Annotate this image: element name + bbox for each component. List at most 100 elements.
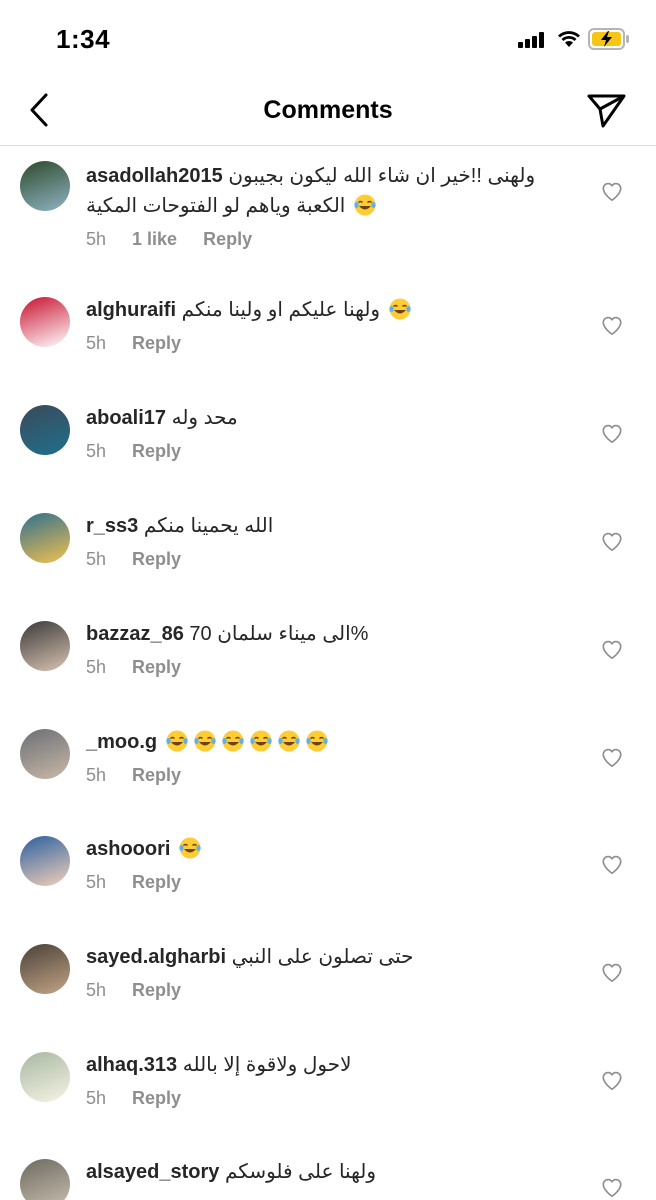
share-button[interactable]	[586, 92, 628, 130]
reply-button[interactable]: Reply	[132, 872, 181, 893]
reply-button[interactable]: Reply	[203, 229, 252, 250]
like-button[interactable]	[601, 1070, 623, 1092]
comment-message: حتى تصلون على النبي	[231, 946, 414, 968]
avatar[interactable]	[20, 513, 70, 563]
comment-message: الى ميناء سلمان 70%	[189, 623, 369, 645]
comment-username[interactable]: aboali17	[86, 407, 166, 429]
comment-timestamp: 5h	[86, 549, 107, 569]
like-button[interactable]	[601, 181, 623, 203]
avatar[interactable]	[20, 161, 70, 211]
comment-timestamp: 5h	[86, 657, 107, 677]
comment-text: aboali17 محد وله	[86, 403, 576, 433]
comment-username[interactable]: bazzaz_86	[86, 623, 184, 645]
reply-button[interactable]: Reply	[132, 657, 181, 678]
comment-timestamp: 5h	[86, 765, 107, 785]
comment-text: _moo.g	[86, 727, 576, 757]
comment-username[interactable]: r_ss3	[86, 515, 138, 537]
wifi-icon	[558, 31, 580, 47]
status-bar: 1:34	[0, 0, 656, 78]
comment-text: sayed.algharbi حتى تصلون على النبي	[86, 942, 576, 972]
comment-username[interactable]: _moo.g	[86, 731, 157, 753]
heart-icon	[602, 1071, 622, 1091]
avatar[interactable]	[20, 297, 70, 347]
comment-username[interactable]: sayed.algharbi	[86, 946, 226, 968]
comment-text: r_ss3 الله يحمينا منكم	[86, 511, 576, 541]
tears-of-joy-emoji-icon	[193, 730, 216, 752]
heart-icon	[602, 182, 622, 202]
comment-timestamp: 5h	[86, 229, 107, 249]
emoji-group	[163, 730, 331, 753]
comment-timestamp: 5h	[86, 333, 107, 353]
heart-icon	[602, 748, 622, 768]
comment-meta: 5h Reply	[86, 872, 576, 893]
comment-meta: 5h Reply	[86, 549, 576, 570]
comment-meta: 5h 1 like Reply	[86, 229, 576, 250]
like-button[interactable]	[601, 854, 623, 876]
battery-charging-icon	[588, 28, 629, 50]
comment-timestamp: 5h	[86, 980, 107, 1000]
reply-button[interactable]: Reply	[132, 333, 181, 354]
emoji-group	[176, 837, 204, 860]
comment-username[interactable]: alghuraifi	[86, 299, 176, 321]
heart-icon	[602, 316, 622, 336]
emoji-group	[380, 298, 414, 321]
comment-meta: 5h Reply	[86, 765, 576, 786]
comment-username[interactable]: ashooori	[86, 838, 170, 860]
comment-timestamp: 5h	[86, 1088, 107, 1108]
like-button[interactable]	[601, 531, 623, 553]
like-button[interactable]	[601, 315, 623, 337]
comment-message: ولهنا على فلوسكم	[224, 1161, 377, 1183]
reply-button[interactable]: Reply	[132, 765, 181, 786]
comment-text: ashooori	[86, 834, 576, 864]
comment-meta: 5h Reply	[86, 980, 576, 1001]
reply-button[interactable]: Reply	[132, 980, 181, 1001]
heart-icon	[602, 640, 622, 660]
page-title: Comments	[263, 96, 393, 124]
comment-likes-count[interactable]: 1 like	[132, 229, 177, 250]
avatar[interactable]	[20, 1159, 70, 1200]
heart-icon	[602, 532, 622, 552]
comment-message: الله يحمينا منكم	[143, 515, 274, 537]
heart-icon	[602, 963, 622, 983]
avatar[interactable]	[20, 405, 70, 455]
comment-meta: 5h Reply	[86, 441, 576, 462]
avatar[interactable]	[20, 1052, 70, 1102]
like-button[interactable]	[601, 1177, 623, 1199]
avatar[interactable]	[20, 944, 70, 994]
comment-meta: 5h Reply	[86, 657, 576, 678]
comment-text: asadollah2015 ولهنى !!خير ان شاء الله لي…	[86, 161, 576, 221]
tears-of-joy-emoji-icon	[179, 837, 201, 859]
comment-text: bazzaz_86 الى ميناء سلمان 70%	[86, 619, 576, 649]
avatar[interactable]	[20, 729, 70, 779]
status-time: 1:34	[56, 24, 111, 54]
comment-text: alhaq.313 لاحول ولاقوة إلا بالله	[86, 1050, 576, 1080]
like-button[interactable]	[601, 962, 623, 984]
heart-icon	[602, 855, 622, 875]
heart-icon	[602, 1178, 622, 1198]
cellular-signal-icon	[518, 32, 548, 48]
avatar[interactable]	[20, 621, 70, 671]
tears-of-joy-emoji-icon	[388, 298, 411, 320]
avatar[interactable]	[20, 836, 70, 886]
comment-text: alghuraifi ولهنا عليكم او ولينا منكم	[86, 295, 576, 325]
comment-timestamp: 5h	[86, 872, 107, 892]
reply-button[interactable]: Reply	[132, 1088, 181, 1109]
tears-of-joy-emoji-icon	[221, 730, 244, 752]
reply-button[interactable]: Reply	[132, 441, 181, 462]
comment-username[interactable]: alhaq.313	[86, 1054, 177, 1076]
comment-meta: 5h Reply	[86, 1088, 576, 1109]
like-button[interactable]	[601, 639, 623, 661]
tears-of-joy-emoji-icon	[305, 730, 328, 752]
comment-username[interactable]: alsayed_story	[86, 1161, 219, 1183]
comment-text: alsayed_story ولهنا على فلوسكم	[86, 1157, 576, 1187]
comment-timestamp: 5h	[86, 441, 107, 461]
heart-icon	[602, 424, 622, 444]
like-button[interactable]	[601, 423, 623, 445]
reply-button[interactable]: Reply	[132, 549, 181, 570]
tears-of-joy-emoji-icon	[354, 194, 376, 216]
comment-username[interactable]: asadollah2015	[86, 165, 223, 187]
comment-message: ولهنا عليكم او ولينا منكم	[181, 299, 381, 321]
emoji-group	[345, 194, 379, 217]
tears-of-joy-emoji-icon	[277, 730, 300, 752]
like-button[interactable]	[601, 747, 623, 769]
